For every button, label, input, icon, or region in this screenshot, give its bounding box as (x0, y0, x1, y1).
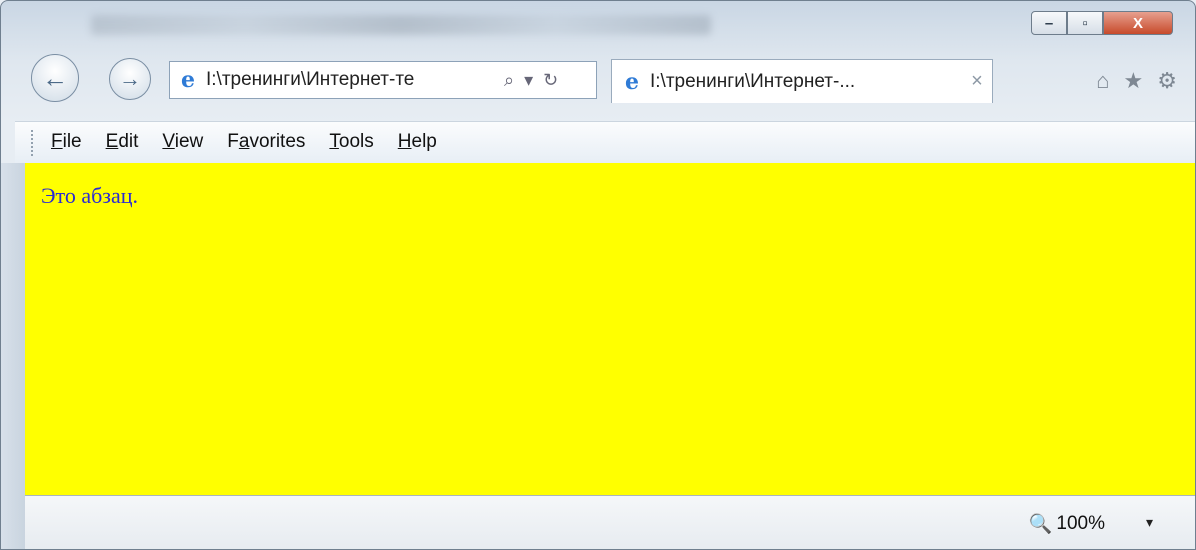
close-window-button[interactable]: X (1103, 11, 1173, 35)
zoom-control[interactable]: 🔍 100% (1029, 512, 1105, 536)
page-paragraph: Это абзац. (41, 183, 139, 208)
zoom-icon: 🔍 (1028, 514, 1053, 535)
menu-edit[interactable]: Edit (106, 131, 139, 153)
menu-grip (31, 130, 36, 156)
menu-items: File Edit View Favorites Tools Help (51, 131, 437, 153)
caption-buttons: – ▫ X (1031, 11, 1173, 35)
dropdown-icon[interactable]: ▾ (524, 70, 533, 91)
blurred-title-area (91, 15, 711, 35)
tab-active[interactable]: e I:\тренинги\Интернет-... × (611, 59, 993, 103)
menu-favorites[interactable]: Favorites (227, 131, 305, 153)
minimize-button[interactable]: – (1031, 11, 1067, 35)
menu-file[interactable]: File (51, 131, 82, 153)
zoom-dropdown-icon[interactable]: ▾ (1146, 514, 1153, 531)
menu-tools[interactable]: Tools (329, 131, 373, 153)
ie-page-icon: e (181, 67, 195, 93)
page-content: Это абзац. (25, 163, 1195, 495)
menu-bar: File Edit View Favorites Tools Help (15, 121, 1195, 165)
search-icon[interactable]: ⌕ (504, 70, 514, 91)
zoom-level: 100% (1056, 513, 1105, 534)
refresh-icon[interactable]: ↻ (543, 70, 558, 91)
ie-tab-icon: e (625, 68, 639, 95)
star-icon[interactable]: ★ (1124, 68, 1144, 94)
menu-view[interactable]: View (162, 131, 203, 153)
address-bar[interactable]: e I:\тренинги\Интернет-те ⌕ ▾ ↻ (169, 61, 597, 99)
tab-close-icon[interactable]: × (962, 70, 992, 93)
left-frame (1, 163, 26, 549)
forward-button[interactable]: → (109, 58, 151, 100)
status-bar: 🔍 100% ▾ (25, 495, 1195, 549)
gear-icon[interactable]: ⚙ (1157, 68, 1177, 94)
home-icon[interactable]: ⌂ (1096, 68, 1109, 94)
menu-help[interactable]: Help (398, 131, 437, 153)
address-tools: ⌕ ▾ ↻ (504, 70, 558, 91)
address-text[interactable]: I:\тренинги\Интернет-те (206, 69, 492, 91)
back-arrow-icon: ← (42, 62, 68, 93)
back-button[interactable]: ← (31, 54, 79, 102)
forward-arrow-icon: → (119, 66, 141, 91)
tab-title[interactable]: I:\тренинги\Интернет-... (650, 71, 962, 93)
browser-window: – ▫ X ← → e I:\тренинги\Интернет-те ⌕ ▾ … (0, 0, 1196, 550)
maximize-button[interactable]: ▫ (1067, 11, 1103, 35)
command-icons: ⌂ ★ ⚙ (1096, 68, 1177, 94)
